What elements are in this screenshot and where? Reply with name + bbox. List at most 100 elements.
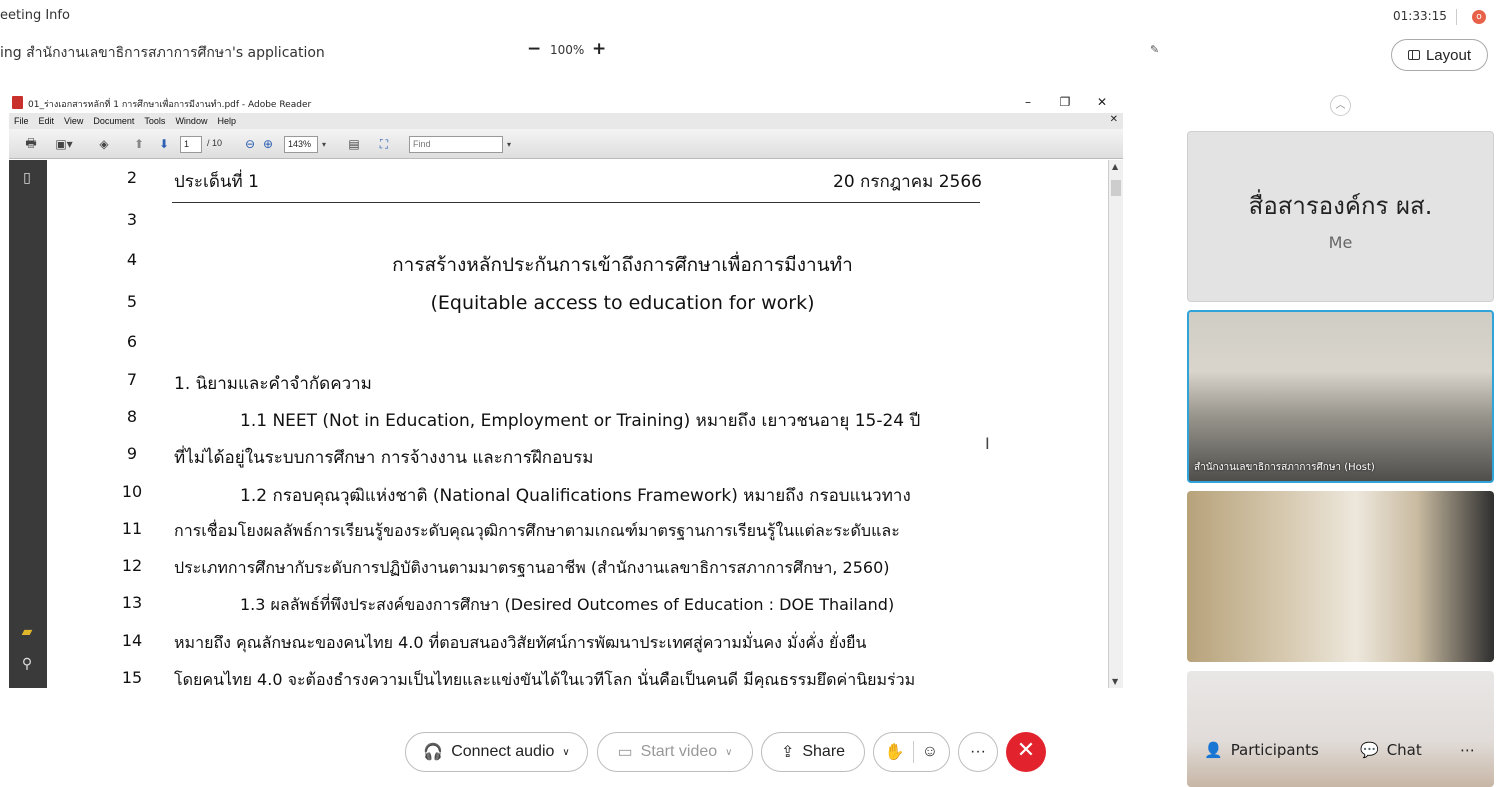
next-page-icon[interactable]: ⬇ [156,136,172,152]
meeting-timer: 01:33:15 [1393,9,1447,23]
menu-window[interactable]: Window [170,116,212,126]
zoom-in-button[interactable]: + [592,39,606,59]
document-subtitle: (Equitable access to education for work) [430,292,815,314]
reactions-icon[interactable]: ☺ [922,743,938,761]
reader-toolbar: 🖶 ▣▾ ◈ ⬆ ⬇ 1 / 10 ⊖ ⊕ 143% ▾ ▤ ⛶ Find ▾ [9,129,1123,159]
connect-audio-button[interactable]: 🎧 Connect audio ∨ [405,732,588,772]
fit-page-icon[interactable]: ⛶ [375,136,393,152]
line-text: 1.2 กรอบคุณวุฒิแห่งชาติ (National Qualif… [240,486,911,506]
navigation-rail: ▯ ▰ ⚲ [9,160,47,688]
document-view[interactable]: 2 ประเด็นที่ 1 20 กรกฎาคม 2566 3 4 การสร… [47,160,1108,688]
reader-titlebar: 01_ร่างเอกสารหลักที่ 1 การศึกษาเพื่อการม… [9,93,1123,113]
chat-icon: 💬 [1360,741,1379,759]
meeting-info-label[interactable]: eeting Info [0,8,70,23]
vertical-scrollbar[interactable]: ▲ ▼ [1108,160,1123,688]
zoom-select[interactable]: 143% [284,136,318,153]
line-number: 8 [126,407,138,426]
document-line: 11 การเชื่อมโยงผลลัพธ์การเรียนรู้ของระดั… [47,519,1108,549]
close-icon[interactable]: ✕ [1092,93,1112,111]
document-line: 8 1.1 NEET (Not in Education, Employment… [47,407,1108,437]
restore-icon[interactable]: ❐ [1055,93,1075,111]
annotate-icon[interactable]: ✎ [1150,43,1159,56]
participants-button[interactable]: 👤 Participants [1204,741,1319,759]
previous-page-icon[interactable]: ⬆ [131,136,147,152]
close-icon: ✕ [1016,738,1036,763]
self-name: สื่อสารองค์กร ผส. [1248,192,1433,220]
shared-app-title: ing สำนักงานเลขาธิการสภาการศึกษา's appli… [0,45,325,61]
find-dropdown-icon[interactable]: ▾ [505,136,513,152]
document-line: 15 โดยคนไทย 4.0 จะต้องธำรงความเป็นไทยและ… [47,668,1108,688]
pdf-reader-window: 01_ร่างเอกสารหลักที่ 1 การศึกษาเพื่อการม… [9,93,1123,688]
layout-button[interactable]: Layout [1391,39,1488,71]
pages-panel-icon[interactable]: ▯ [18,170,36,188]
participant-video-tile[interactable] [1187,491,1494,662]
zoom-level: 100% [550,43,585,57]
line-number: 15 [121,668,143,687]
zoom-dropdown-icon[interactable]: ▾ [320,136,328,152]
start-video-label: Start video [640,743,718,760]
line-number: 13 [121,593,143,612]
share-label: Share [802,743,846,760]
leave-meeting-button[interactable]: ✕ [1006,732,1046,772]
reader-menubar: File Edit View Document Tools Window Hel… [9,113,1123,129]
save-icon[interactable]: ▣▾ [51,136,77,152]
host-video-tile[interactable]: สำนักงานเลขาธิการสภาการศึกษา (Host) [1187,310,1494,483]
scroll-up-icon[interactable]: ▲ [1112,162,1118,171]
line-number: 9 [126,444,138,463]
menu-edit[interactable]: Edit [34,116,60,126]
scroll-down-icon[interactable]: ▼ [1112,677,1118,686]
self-video-tile[interactable]: สื่อสารองค์กร ผส. Me [1187,131,1494,302]
line-text: โดยคนไทย 4.0 จะต้องธำรงความเป็นไทยและแข่… [174,670,916,688]
print-icon[interactable]: 🖶 [21,136,41,152]
document-close-icon[interactable]: ✕ [1110,114,1118,125]
chevron-down-icon[interactable]: ∨ [562,747,569,758]
layout-label: Layout [1425,46,1472,64]
audio-icon: 🎧 [423,744,444,761]
document-line: 13 1.3 ผลลัพธ์ที่พึงประสงค์ของการศึกษา (… [47,593,1108,623]
header-left: ประเด็นที่ 1 [174,172,259,192]
start-video-button[interactable]: ▭ Start video ∨ [597,732,753,772]
document-line: 10 1.2 กรอบคุณวุฒิแห่งชาติ (National Qua… [47,482,1108,512]
collapse-panel-button[interactable]: ︿ [1330,95,1351,116]
reader-window-title: 01_ร่างเอกสารหลักที่ 1 การศึกษาเพื่อการม… [28,100,312,110]
line-number: 6 [126,332,138,351]
line-text: ที่ไม่ได้อยู่ในระบบการศึกษา การจ้างงาน แ… [174,448,594,468]
attachment-icon[interactable]: ⚲ [18,656,36,674]
host-name-label: สำนักงานเลขาธิการสภาการศึกษา (Host) [1194,462,1375,473]
chat-button[interactable]: 💬 Chat [1360,741,1422,759]
menu-view[interactable]: View [59,116,88,126]
zoom-out-icon[interactable]: ⊖ [243,136,257,152]
document-line: 4 การสร้างหลักประกันการเข้าถึงการศึกษาเพ… [47,250,1108,280]
menu-tools[interactable]: Tools [139,116,170,126]
section-heading: 1. นิยามและคำจำกัดความ [174,374,372,394]
line-number: 10 [121,482,143,501]
line-number: 12 [121,556,143,575]
line-text: ประเภทการศึกษากับระดับการปฏิบัติงานตามมา… [174,558,890,577]
reactions-group: ✋ ☺ [873,732,950,772]
minimize-icon[interactable]: – [1018,93,1038,111]
page-number-input[interactable]: 1 [180,136,202,153]
text-cursor-icon: I [985,434,990,453]
document-line: 2 ประเด็นที่ 1 20 กรกฎาคม 2566 [47,168,1108,198]
fit-width-icon[interactable]: ▤ [344,136,364,152]
menu-document[interactable]: Document [88,116,139,126]
menu-file[interactable]: File [9,116,34,126]
participant-video-tile[interactable] [1187,671,1494,787]
recording-icon[interactable]: o [1472,10,1486,24]
more-button[interactable]: ··· [958,732,998,772]
zoom-out-button[interactable]: − [527,39,541,59]
scroll-thumb[interactable] [1111,180,1121,196]
collaborate-icon[interactable]: ◈ [93,136,115,152]
comments-icon[interactable]: ▰ [18,624,36,642]
divider [1456,9,1457,25]
menu-help[interactable]: Help [212,116,241,126]
chevron-down-icon[interactable]: ∨ [725,747,732,758]
more-options-icon[interactable]: ⋯ [1460,741,1475,759]
zoom-in-icon[interactable]: ⊕ [261,136,275,152]
connect-audio-label: Connect audio [451,743,555,760]
more-label: ··· [970,743,986,760]
document-line: 12 ประเภทการศึกษากับระดับการปฏิบัติงานตา… [47,556,1108,586]
find-input[interactable]: Find [409,136,503,153]
raise-hand-icon[interactable]: ✋ [885,742,905,762]
share-button[interactable]: ⇪ Share [761,732,865,772]
